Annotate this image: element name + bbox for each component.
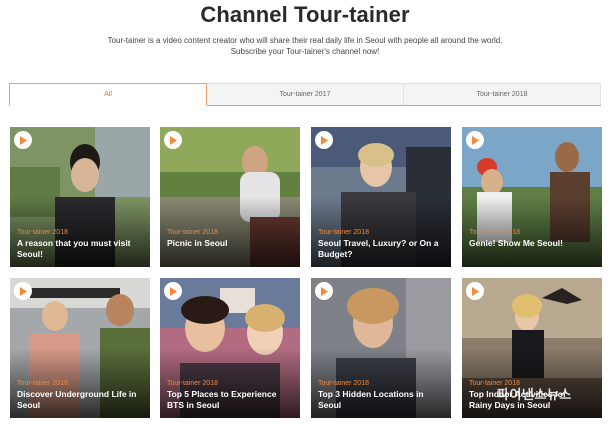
play-icon[interactable] — [315, 131, 333, 149]
tab-all[interactable]: All — [9, 83, 207, 106]
video-title-line-2: Budget? — [318, 249, 353, 259]
tab-tour-tainer-2018[interactable]: Tour-tainer 2018 — [404, 83, 601, 105]
video-card[interactable]: Tour-tainer 2018 A reason that you must … — [10, 127, 150, 267]
tab-tour-tainer-2017[interactable]: Tour-tainer 2017 — [207, 83, 404, 105]
video-title-line-1: Genie! Show Me Seoul! — [469, 238, 563, 248]
video-title-line-1: Top 5 Places to Experience — [167, 389, 277, 399]
video-category: Tour-tainer 2018 — [318, 380, 369, 387]
video-title-line-2: Seoul — [17, 400, 41, 410]
category-tabs: All Tour-tainer 2017 Tour-tainer 2018 — [9, 83, 601, 106]
video-title[interactable]: Top 5 Places to Experience BTS in Seoul — [167, 389, 297, 411]
video-category: Tour-tainer 2018 — [469, 229, 520, 236]
video-title-line-2: BTS in Seoul — [167, 400, 220, 410]
video-title[interactable]: Discover Underground Life in Seoul — [17, 389, 147, 411]
video-title-line-1: Top 3 Hidden Locations in — [318, 389, 424, 399]
description-line-1: Tour-tainer is a video content creator w… — [107, 36, 503, 45]
play-icon[interactable] — [164, 282, 182, 300]
video-card[interactable]: Tour-tainer 2018 Seoul Travel, Luxury? o… — [311, 127, 451, 267]
video-title-line-1: Discover Underground Life in — [17, 389, 137, 399]
video-title[interactable]: Genie! Show Me Seoul! — [469, 238, 599, 249]
video-category: Tour-tainer 2018 — [167, 229, 218, 236]
play-icon[interactable] — [14, 282, 32, 300]
video-card[interactable]: Tour-tainer 2018 Top 5 Places to Experie… — [160, 278, 300, 418]
channel-description: Tour-tainer is a video content creator w… — [0, 35, 610, 57]
video-card[interactable]: Tour-tainer 2018 Discover Underground Li… — [10, 278, 150, 418]
description-line-2: Subscribe your Tour-tainer's channel now… — [230, 47, 380, 56]
video-category: Tour-tainer 2018 — [17, 229, 68, 236]
video-category: Tour-tainer 2018 — [318, 229, 369, 236]
video-category: Tour-tainer 2018 — [167, 380, 218, 387]
video-title-line-2: Seoul! — [17, 249, 43, 259]
play-icon[interactable] — [466, 131, 484, 149]
video-category: Tour-tainer 2018 — [17, 380, 68, 387]
video-title[interactable]: Seoul Travel, Luxury? or On a Budget? — [318, 238, 448, 260]
news-watermark: 파이낸스뉴스 — [497, 388, 572, 403]
page-title: Channel Tour-tainer — [200, 2, 410, 27]
video-card[interactable]: Tour-tainer 2018 Picnic in Seoul — [160, 127, 300, 267]
video-title[interactable]: Top 3 Hidden Locations in Seoul — [318, 389, 448, 411]
play-icon[interactable] — [14, 131, 32, 149]
video-title-line-2: Seoul — [318, 400, 342, 410]
video-card[interactable]: Tour-tainer 2018 Genie! Show Me Seoul! — [462, 127, 602, 267]
play-icon[interactable] — [164, 131, 182, 149]
video-title-line-1: Picnic in Seoul — [167, 238, 228, 248]
play-icon[interactable] — [466, 282, 484, 300]
video-title[interactable]: A reason that you must visit Seoul! — [17, 238, 147, 260]
video-title[interactable]: Picnic in Seoul — [167, 238, 297, 249]
video-title-line-1: A reason that you must visit — [17, 238, 131, 248]
video-title-line-1: Seoul Travel, Luxury? or On a — [318, 238, 439, 248]
play-icon[interactable] — [315, 282, 333, 300]
video-card[interactable]: Tour-tainer 2018 Top 3 Hidden Locations … — [311, 278, 451, 418]
